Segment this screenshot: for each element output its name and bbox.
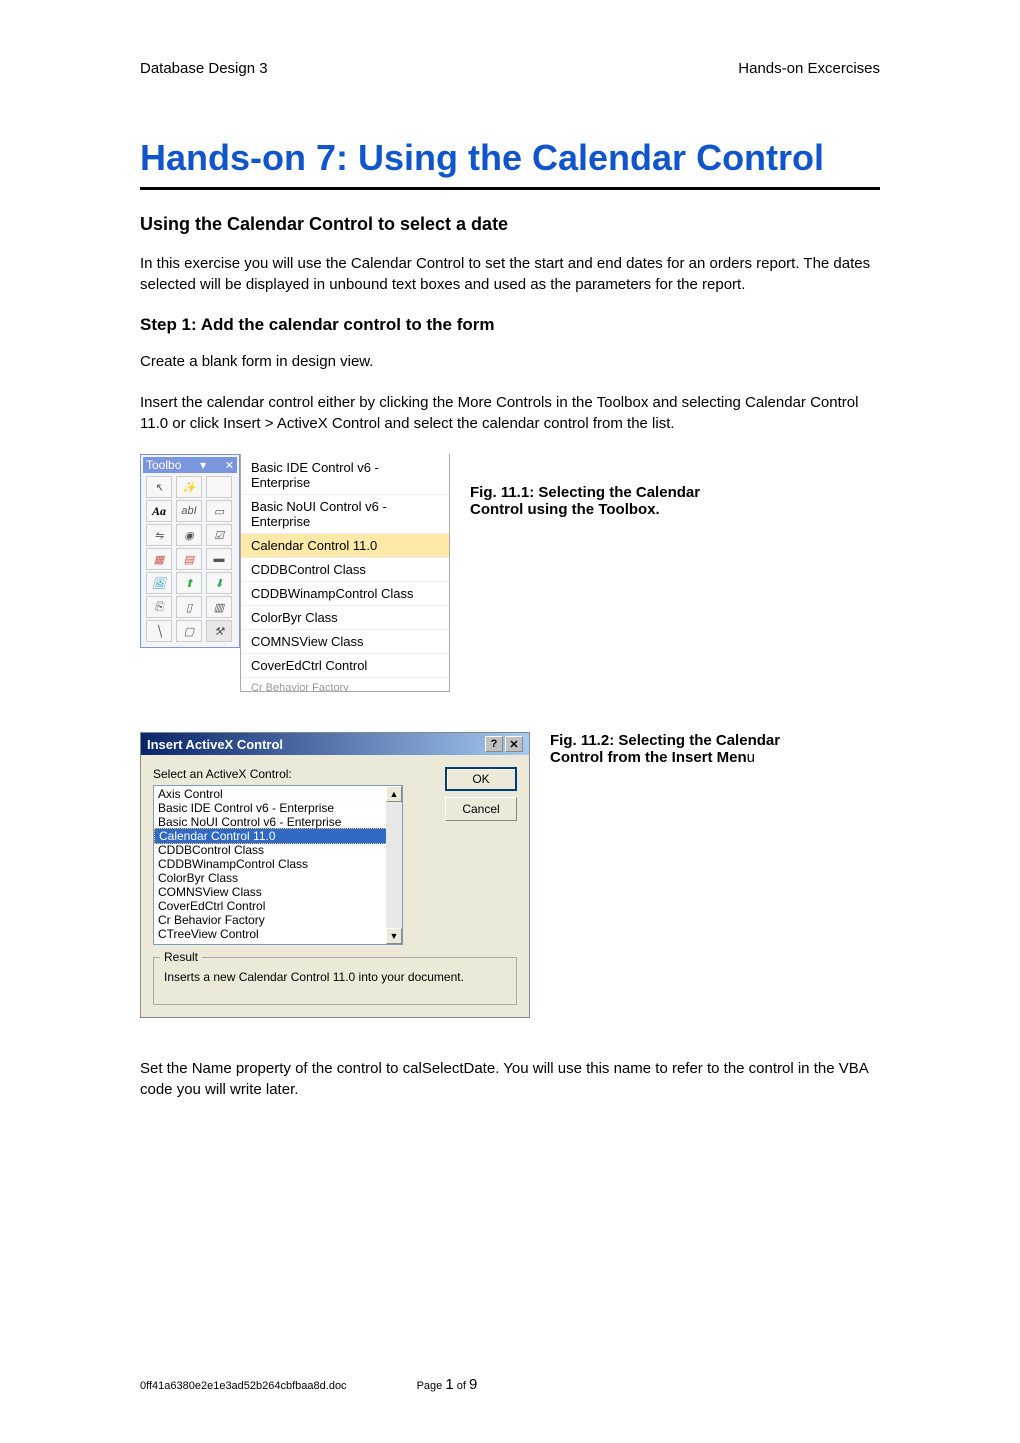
button-tool-icon[interactable]: ▬ bbox=[206, 548, 232, 570]
toggle-tool-icon[interactable]: ⇋ bbox=[146, 524, 172, 546]
tab-tool-icon[interactable]: ▯ bbox=[176, 596, 202, 618]
page-total: 9 bbox=[469, 1376, 477, 1393]
listbox-tool-icon[interactable]: ▤ bbox=[176, 548, 202, 570]
insert-activex-dialog: Insert ActiveX Control ? ✕ Select an Act… bbox=[140, 732, 530, 1018]
footer-page: Page 1 of 9 bbox=[417, 1376, 478, 1393]
pointer-tool-icon[interactable]: ↖ bbox=[146, 476, 172, 498]
scroll-up-icon[interactable]: ▲ bbox=[386, 786, 402, 802]
list-item[interactable]: Basic IDE Control v6 - Enterprise bbox=[154, 801, 402, 815]
rect-tool-icon[interactable]: ▢ bbox=[176, 620, 202, 642]
toolbox-screenshot: Toolbo ▾ ✕ ↖ ✨ Aa abI ▭ ⇋ ◉ ☑ ▦ ▤ ▬ bbox=[140, 454, 450, 692]
textbox-tool-icon[interactable]: abI bbox=[176, 500, 202, 522]
page-header: Database Design 3 Hands-on Excercises bbox=[140, 60, 880, 77]
result-text: Inserts a new Calendar Control 11.0 into… bbox=[164, 970, 506, 984]
list-item[interactable]: Basic NoUI Control v6 - Enterprise bbox=[154, 815, 402, 829]
menu-item-calendar[interactable]: Calendar Control 11.0 bbox=[241, 533, 449, 557]
pagebreak-tool-icon[interactable]: ⎘ bbox=[146, 596, 172, 618]
chevron-down-icon[interactable]: ▾ bbox=[200, 458, 206, 472]
list-item[interactable]: CDDBWinampControl Class bbox=[154, 857, 402, 871]
listbox-scrollbar[interactable]: ▲ ▼ bbox=[386, 786, 402, 944]
step-heading: Step 1: Add the calendar control to the … bbox=[140, 315, 880, 335]
close-icon[interactable]: ✕ bbox=[505, 736, 523, 752]
menu-item[interactable]: CoverEdCtrl Control bbox=[241, 653, 449, 677]
figure-2-caption-trail: u bbox=[747, 749, 755, 766]
list-item[interactable]: Cr Behavior Factory bbox=[154, 913, 402, 927]
dialog-title: Insert ActiveX Control bbox=[147, 737, 283, 752]
menu-item-partial[interactable]: Cr Behavior Factory bbox=[241, 677, 449, 691]
intro-paragraph: In this exercise you will use the Calend… bbox=[140, 253, 880, 295]
line-tool-icon[interactable]: ╲ bbox=[146, 620, 172, 642]
group-tool-icon[interactable]: ▭ bbox=[206, 500, 232, 522]
header-right: Hands-on Excercises bbox=[738, 60, 880, 77]
page-current: 1 bbox=[445, 1376, 453, 1393]
combobox-tool-icon[interactable]: ▦ bbox=[146, 548, 172, 570]
menu-item[interactable]: CDDBControl Class bbox=[241, 557, 449, 581]
step-p1: Create a blank form in design view. bbox=[140, 351, 880, 372]
list-item-calendar[interactable]: Calendar Control 11.0 bbox=[154, 828, 402, 844]
list-item[interactable]: CDDBControl Class bbox=[154, 843, 402, 857]
toolbox-grid: ↖ ✨ Aa abI ▭ ⇋ ◉ ☑ ▦ ▤ ▬ 🖼 ⬆ ⬇ ⎘ ▯ bbox=[143, 473, 237, 645]
listbox-label: Select an ActiveX Control: bbox=[153, 767, 435, 781]
toolbox-title-text: Toolbo bbox=[146, 458, 181, 472]
help-icon[interactable]: ? bbox=[485, 736, 503, 752]
section-heading: Using the Calendar Control to select a d… bbox=[140, 214, 880, 235]
image-tool-icon[interactable]: 🖼 bbox=[146, 572, 172, 594]
tool-spacer bbox=[206, 476, 232, 498]
checkbox-tool-icon[interactable]: ☑ bbox=[206, 524, 232, 546]
toolbox-panel: Toolbo ▾ ✕ ↖ ✨ Aa abI ▭ ⇋ ◉ ☑ ▦ ▤ ▬ bbox=[140, 454, 240, 648]
scroll-down-icon[interactable]: ▼ bbox=[386, 928, 402, 944]
more-controls-menu: Basic IDE Control v6 - Enterprise Basic … bbox=[240, 454, 450, 692]
dialog-titlebar: Insert ActiveX Control ? ✕ bbox=[141, 733, 529, 755]
page-label: Page bbox=[417, 1380, 446, 1392]
page-of: of bbox=[454, 1380, 469, 1392]
list-item[interactable]: COMNSView Class bbox=[154, 885, 402, 899]
page-title: Hands-on 7: Using the Calendar Control bbox=[140, 137, 880, 179]
result-legend: Result bbox=[160, 950, 202, 964]
list-item[interactable]: ColorByr Class bbox=[154, 871, 402, 885]
menu-item[interactable]: Basic IDE Control v6 - Enterprise bbox=[241, 454, 449, 494]
title-divider bbox=[140, 187, 880, 190]
closing-paragraph: Set the Name property of the control to … bbox=[140, 1058, 880, 1100]
figure-2-caption-main: Fig. 11.2: Selecting the Calendar Contro… bbox=[550, 732, 780, 766]
bound-tool-icon[interactable]: ⬇ bbox=[206, 572, 232, 594]
list-item[interactable]: Axis Control bbox=[154, 787, 402, 801]
list-item[interactable]: CoverEdCtrl Control bbox=[154, 899, 402, 913]
unbound-tool-icon[interactable]: ⬆ bbox=[176, 572, 202, 594]
activex-listbox[interactable]: Axis Control Basic IDE Control v6 - Ente… bbox=[153, 785, 403, 945]
figure-1-caption: Fig. 11.1: Selecting the Calendar Contro… bbox=[470, 484, 750, 518]
ok-button[interactable]: OK bbox=[445, 767, 517, 791]
label-tool-icon[interactable]: Aa bbox=[146, 500, 172, 522]
option-tool-icon[interactable]: ◉ bbox=[176, 524, 202, 546]
menu-item[interactable]: CDDBWinampControl Class bbox=[241, 581, 449, 605]
result-groupbox: Result Inserts a new Calendar Control 11… bbox=[153, 957, 517, 1005]
close-icon[interactable]: ✕ bbox=[225, 459, 234, 472]
menu-item[interactable]: Basic NoUI Control v6 - Enterprise bbox=[241, 494, 449, 533]
figure-2-caption: Fig. 11.2: Selecting the Calendar Contro… bbox=[550, 732, 800, 766]
page-footer: 0ff41a6380e2e1e3ad52b264cbfbaa8d.doc Pag… bbox=[140, 1376, 880, 1393]
header-left: Database Design 3 bbox=[140, 60, 268, 77]
menu-item[interactable]: ColorByr Class bbox=[241, 605, 449, 629]
list-item[interactable]: CTreeView Control bbox=[154, 927, 402, 941]
cancel-button[interactable]: Cancel bbox=[445, 797, 517, 821]
footer-filename: 0ff41a6380e2e1e3ad52b264cbfbaa8d.doc bbox=[140, 1380, 347, 1392]
toolbox-titlebar: Toolbo ▾ ✕ bbox=[143, 457, 237, 473]
step-p2: Insert the calendar control either by cl… bbox=[140, 392, 880, 434]
subform-tool-icon[interactable]: ▥ bbox=[206, 596, 232, 618]
menu-item[interactable]: COMNSView Class bbox=[241, 629, 449, 653]
wizard-tool-icon[interactable]: ✨ bbox=[176, 476, 202, 498]
more-controls-tool-icon[interactable]: ⚒ bbox=[206, 620, 232, 642]
